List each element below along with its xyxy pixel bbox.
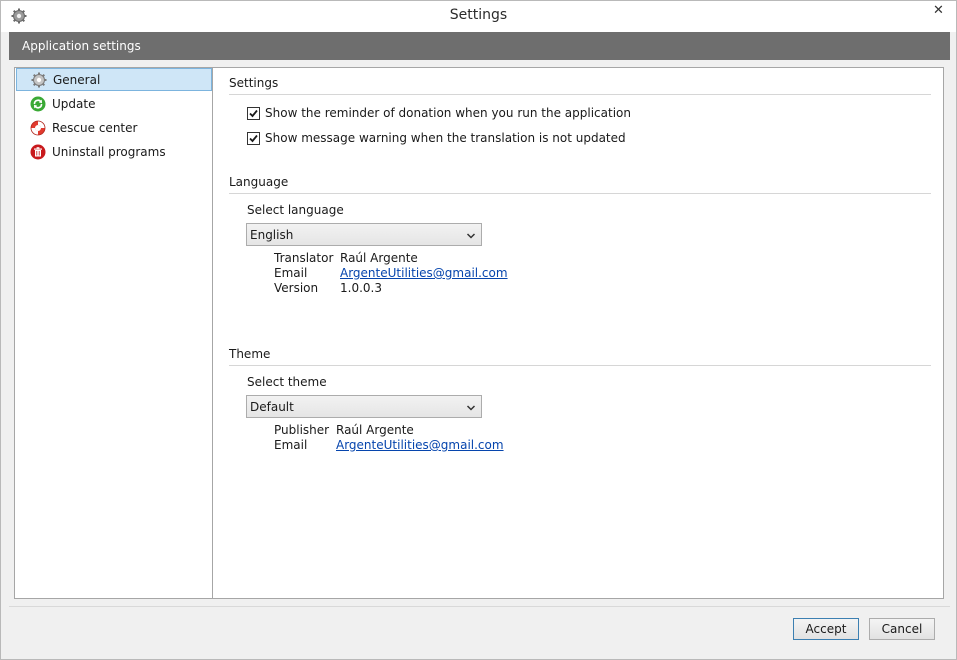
accept-button[interactable]: Accept	[793, 618, 859, 640]
window-title: Settings	[449, 7, 508, 23]
translator-email-link[interactable]: ArgenteUtilities@gmail.com	[340, 266, 508, 281]
theme-info: Publisher Raúl Argente Email ArgenteUtil…	[274, 423, 504, 453]
sidebar-item-label: Update	[52, 96, 96, 111]
sidebar-item-label: Rescue center	[52, 120, 138, 135]
gear-icon	[31, 72, 47, 88]
publisher-value: Raúl Argente	[336, 423, 414, 437]
sidebar-item-rescue-center[interactable]: Rescue center	[16, 116, 212, 139]
settings-window: Settings ✕ Application settings General …	[0, 0, 957, 660]
email-key: Email	[274, 266, 308, 280]
sidebar-item-update[interactable]: Update	[16, 92, 212, 115]
sidebar-item-label: General	[53, 72, 101, 87]
email-key: Email	[274, 438, 308, 452]
lifebuoy-icon	[30, 120, 46, 136]
language-section-title: Language	[229, 175, 289, 189]
donation-reminder-label: Show the reminder of donation when you r…	[265, 106, 631, 120]
update-icon	[30, 96, 46, 112]
version-value: 1.0.0.3	[340, 281, 382, 295]
section-divider	[229, 193, 931, 194]
header-band: Application settings	[9, 32, 950, 60]
theme-select[interactable]: Default	[246, 395, 482, 418]
content-panel: General Update Rescue center Uninstall p…	[14, 67, 944, 599]
select-theme-label: Select theme	[247, 375, 327, 389]
chevron-down-icon	[466, 402, 476, 412]
close-icon: ✕	[933, 3, 944, 18]
theme-section-title: Theme	[229, 347, 271, 361]
cancel-button[interactable]: Cancel	[869, 618, 935, 640]
version-key: Version	[274, 281, 319, 295]
theme-select-value: Default	[250, 399, 294, 414]
translation-warning-checkbox[interactable]	[247, 131, 260, 145]
chevron-down-icon	[466, 230, 476, 240]
sidebar-item-label: Uninstall programs	[52, 144, 166, 159]
section-divider	[229, 365, 931, 366]
language-info: Translator Raúl Argente Email ArgenteUti…	[274, 251, 508, 296]
publisher-key: Publisher	[274, 423, 330, 437]
donation-reminder-checkbox[interactable]	[247, 106, 260, 120]
title-bar: Settings ✕	[1, 1, 956, 32]
footer-divider	[9, 606, 950, 607]
translation-warning-option[interactable]: Show message warning when the translatio…	[247, 131, 626, 145]
section-divider	[229, 94, 931, 95]
translation-warning-label: Show message warning when the translatio…	[265, 131, 626, 145]
header-title: Application settings	[22, 39, 141, 53]
close-button[interactable]: ✕	[920, 1, 957, 22]
select-language-label: Select language	[247, 203, 344, 217]
sidebar-item-uninstall-programs[interactable]: Uninstall programs	[16, 140, 212, 163]
language-select-value: English	[250, 227, 294, 242]
settings-section-title: Settings	[229, 76, 279, 90]
translator-key: Translator	[274, 251, 334, 265]
sidebar-item-general[interactable]: General	[16, 68, 212, 91]
translator-value: Raúl Argente	[340, 251, 418, 265]
language-select[interactable]: English	[246, 223, 482, 246]
publisher-email-link[interactable]: ArgenteUtilities@gmail.com	[336, 438, 504, 453]
uninstall-icon	[30, 144, 46, 160]
donation-reminder-option[interactable]: Show the reminder of donation when you r…	[247, 106, 631, 120]
sidebar: General Update Rescue center Uninstall p…	[15, 68, 213, 598]
